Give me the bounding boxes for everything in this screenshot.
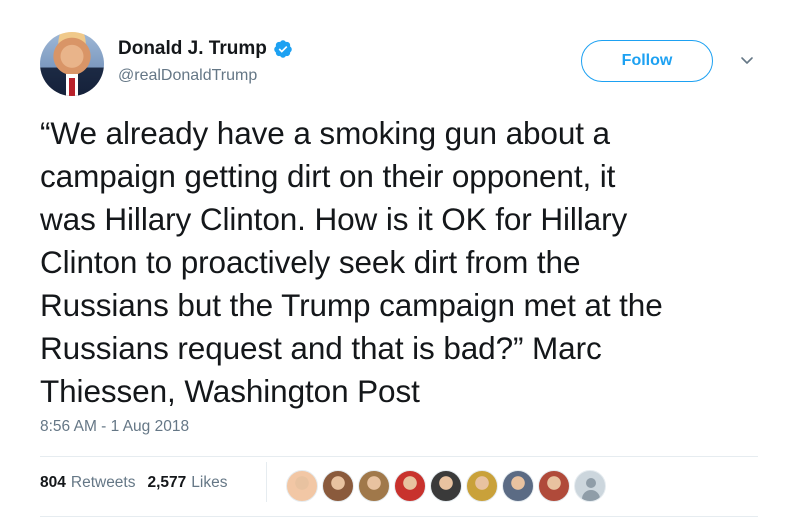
retweets-count[interactable]: 804 bbox=[40, 474, 66, 492]
tweet-header: Donald J. Trump @realDonaldTrump Follow bbox=[40, 28, 770, 98]
verified-badge-icon bbox=[273, 39, 293, 59]
tweet-line: Russians request and that is bad?” Marc bbox=[40, 330, 602, 366]
default-avatar[interactable] bbox=[574, 470, 606, 502]
tweet-line: Clinton to proactively seek dirt from th… bbox=[40, 244, 581, 280]
tweet-line: was Hillary Clinton. How is it OK for Hi… bbox=[40, 201, 628, 237]
tweet-text: “We already have a smoking gun about a c… bbox=[40, 112, 780, 413]
tweet-timestamp[interactable]: 8:56 AM - 1 Aug 2018 bbox=[40, 418, 189, 436]
pills-avatar[interactable] bbox=[394, 470, 426, 502]
divider-top bbox=[40, 456, 758, 457]
chevron-down-icon[interactable] bbox=[739, 52, 755, 68]
tweet-line: campaign getting dirt on their opponent,… bbox=[40, 158, 616, 194]
liker-avatars bbox=[286, 470, 610, 502]
tweet-line: Thiessen, Washington Post bbox=[40, 373, 420, 409]
tweet-stats: 804 Retweets 2,577 Likes bbox=[40, 474, 227, 492]
portrait-avatar[interactable] bbox=[538, 470, 570, 502]
rally-avatar[interactable] bbox=[502, 470, 534, 502]
retweets-label[interactable]: Retweets bbox=[71, 474, 136, 492]
figure-avatar[interactable] bbox=[466, 470, 498, 502]
likes-label[interactable]: Likes bbox=[191, 474, 227, 492]
hotdog-avatar[interactable] bbox=[286, 470, 318, 502]
divider-bottom bbox=[40, 516, 758, 517]
display-name[interactable]: Donald J. Trump bbox=[118, 38, 267, 60]
name-row: Donald J. Trump bbox=[118, 38, 293, 60]
tweet-line: Russians but the Trump campaign met at t… bbox=[40, 287, 663, 323]
avatar[interactable] bbox=[40, 32, 104, 96]
sunglasses-avatar[interactable] bbox=[430, 470, 462, 502]
tweet-line: “We already have a smoking gun about a bbox=[40, 115, 610, 151]
follow-button[interactable]: Follow bbox=[581, 40, 713, 82]
crowd-avatar[interactable] bbox=[322, 470, 354, 502]
user-handle[interactable]: @realDonaldTrump bbox=[118, 67, 257, 85]
stats-divider bbox=[266, 462, 267, 502]
likes-count[interactable]: 2,577 bbox=[148, 474, 187, 492]
avatar-tie bbox=[69, 78, 75, 96]
group-photo-avatar[interactable] bbox=[358, 470, 390, 502]
